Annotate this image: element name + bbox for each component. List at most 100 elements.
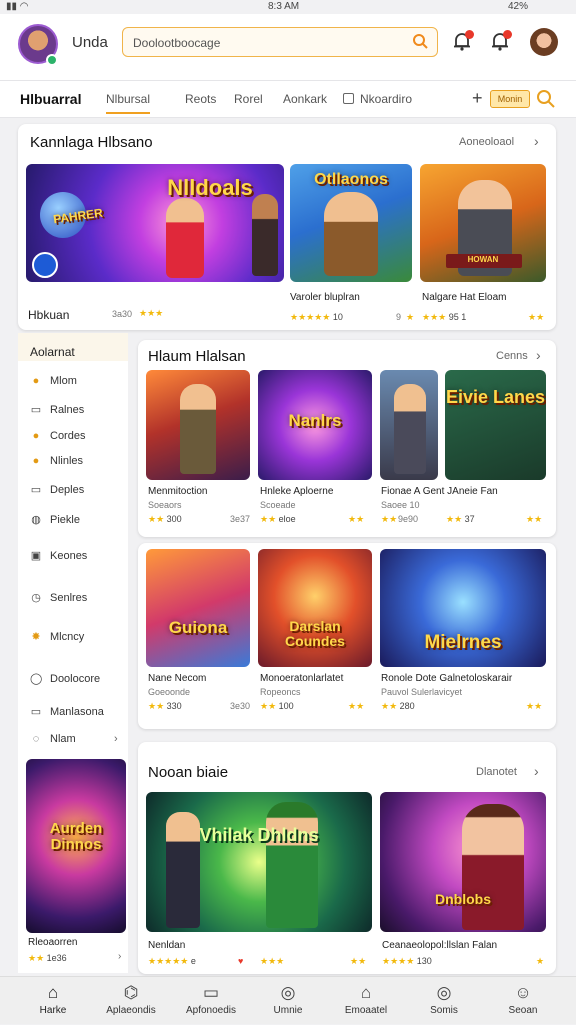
star-rating: ★★ 37 [446,514,475,524]
game-tile[interactable]: Nanlrs [258,370,372,480]
game-tile[interactable]: HOWAN [420,164,546,282]
game-tile[interactable]: Eivie Lanes [445,370,546,480]
item-count: 3e30 [230,701,251,711]
search-icon[interactable] [412,33,428,49]
sidebar-item[interactable]: ▭ Manlasona [30,705,104,718]
tile-title: HOWAN [467,255,499,264]
item-title: Varoler bluplran [290,292,360,303]
game-tile[interactable]: Guiona [146,549,250,667]
shield-icon: ◎ [280,983,296,1002]
search-input[interactable]: Doolootboocage [122,27,438,57]
see-all-link[interactable]: Aoneoloaol [459,136,514,148]
tab-apfonoedis[interactable]: ▭ Apfonoedis [170,977,252,1025]
nav-item-5[interactable]: Aonkark [283,92,327,106]
tab-emoaatel[interactable]: ⌂ Emoaatel [325,977,407,1025]
category-nav: Hlbuarral Nlbursal Reots Rorel Aonkark N… [0,80,576,118]
list-icon: ▭ [30,404,42,416]
tab-home[interactable]: ⌂ Harke [12,977,94,1025]
chevron-right-icon[interactable]: › [534,763,539,779]
item-subtitle: Pauvol Sulerlavicyet [381,687,463,697]
nav-item-6[interactable]: Nkoardiro [360,92,412,106]
star-rating: ★★★★★ e [148,956,196,966]
promo-text: Aurden Dinnos [49,820,103,853]
coin-icon: ● [32,375,40,387]
flag-icon: ♥ [238,956,244,966]
sidebar-item[interactable]: ◍ Piekle [30,513,80,526]
star-rating: ★ [536,956,545,966]
game-tile[interactable]: Otllaonos [290,164,412,282]
sidebar-item[interactable]: ● Mlom [30,375,77,387]
nav-action-button[interactable]: Monin [490,90,530,108]
item-title: Ronole Dote Galnetoloskarair [381,673,513,684]
sidebar-item[interactable]: ● Nlinles [30,455,83,467]
sidebar-item[interactable]: ● Cordes [30,430,86,442]
chat-bubble-icon: ◌ [32,733,40,745]
battery-status: 42% [508,1,529,12]
sidebar-item[interactable]: ▣ Keones [30,549,88,562]
tab-umnie[interactable]: ◎ Umnie [247,977,329,1025]
see-all-link[interactable]: Cenns [496,350,528,362]
banner-title: Nlldoals [167,175,253,200]
star-rating: ★★ 300 [148,514,182,524]
item-count: 3a30 [112,309,133,319]
clock: 8:3 AM [268,1,300,12]
search-icon-nav[interactable] [536,89,556,114]
game-section-row2: Guiona Darslan Coundes Mielrnes Nane Nec… [138,543,556,729]
sidebar-item[interactable]: ▭ Ralnes [30,403,84,416]
item-title: Menmitoction [148,486,208,497]
game-section: Hlaum Hlalsan Cenns › Nanlrs Eivie Lanes… [138,340,556,537]
document-icon: ▭ [30,706,42,718]
sidebar-item[interactable]: ◌ Nlam [30,733,76,745]
star-rating: ★★★ [139,308,164,318]
star-rating: ★★ eloe [260,514,296,524]
plus-icon[interactable]: + [472,88,483,109]
sidebar-item[interactable]: ◷ Senlres [30,591,87,604]
chevron-right-icon[interactable]: › [536,347,541,363]
star-rating: ★★★★ 130 [382,956,432,966]
section-title: Hlaum Hlalsan [148,348,246,365]
globe-icon: ◍ [31,514,41,526]
see-all-link[interactable]: Dlanotet [476,766,517,778]
profile-avatar[interactable] [530,28,558,56]
sidebar-item[interactable]: ▭ Deples [30,483,84,496]
home-icon: ⌂ [47,983,59,1002]
item-subtitle: Goeoonde [148,687,191,697]
featured-section: Kannlaga Hlbsano Aoneoloaol › Nlldoals P… [18,124,556,330]
chevron-right-icon[interactable]: › [118,951,121,962]
item-title: Nalgare Hat Eloam [422,292,507,303]
nav-item-3[interactable]: Reots [185,92,216,106]
tab-applications[interactable]: ⌬ Aplaeondis [90,977,172,1025]
sidebar-item[interactable]: ◯ Doolocore [30,672,100,685]
sidebar-item[interactable]: ✸ Mlcncy [30,630,84,643]
game-tile[interactable]: Mielrnes [380,549,546,667]
item-subtitle: Ropeoncs [260,687,301,697]
game-icon: ◎ [436,983,452,1002]
featured-banner[interactable]: Nlldoals PAHRER [26,164,284,282]
chevron-right-icon[interactable]: › [114,733,118,745]
bottom-tab-bar: ⌂ Harke ⌬ Aplaeondis ▭ Apfonoedis ◎ Umnie ⌂ E… [0,976,576,1024]
top-bar: Unda Doolootboocage [0,14,576,84]
chevron-right-icon[interactable]: › [534,133,539,149]
section-title: Nooan biaie [148,764,229,781]
item-title: Hbkuan [28,308,70,322]
notification-badge [465,30,474,39]
game-tile[interactable] [146,370,250,480]
nav-item-4[interactable]: Rorel [234,92,263,106]
gamepad-icon: ▣ [30,550,42,562]
chat-icon: ▭ [202,983,220,1002]
game-tile[interactable]: Vhilak Dhldns [146,792,372,932]
game-tile[interactable]: Dnblobs [380,792,546,932]
item-subtitle: Scoeade [260,500,296,510]
game-tile[interactable] [380,370,438,480]
coin-icon: ● [32,455,40,467]
star-rating: ★★ [348,701,365,711]
nav-item-selected[interactable]: Nlbursal [106,92,151,114]
tab-seoan[interactable]: ☺ Seoan [482,977,564,1025]
item-count: 9e90 [398,514,419,524]
item-title: Monoeratonlarlatet [260,673,344,684]
promo-card[interactable]: Aurden Dinnos [26,759,126,933]
game-tile[interactable]: Darslan Coundes [258,549,372,667]
nav-item-home[interactable]: Hlbuarral [20,91,81,107]
tab-somis[interactable]: ◎ Somis [403,977,485,1025]
star-rating: ★★ [350,956,367,966]
